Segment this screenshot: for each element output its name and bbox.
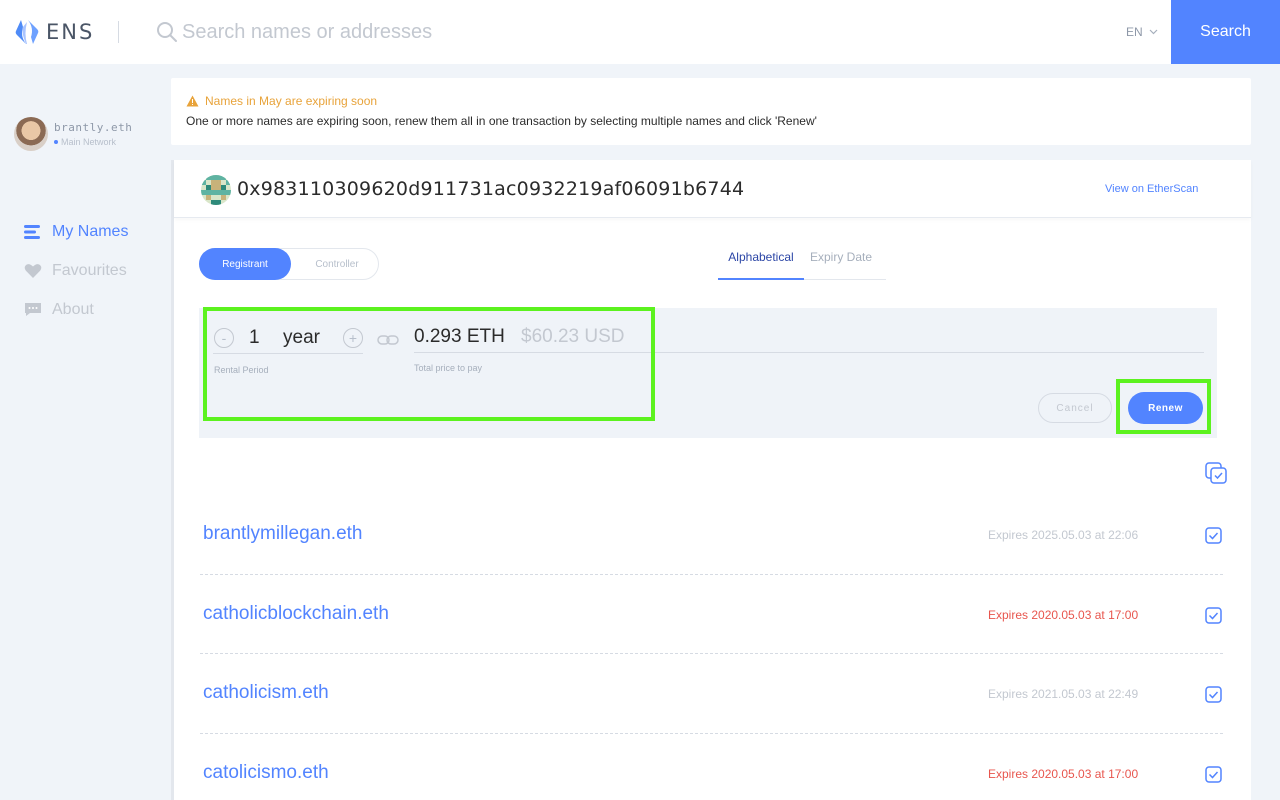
role-toggle: Registrant Controller <box>199 248 379 280</box>
checkbox-checked-icon[interactable] <box>1205 527 1222 544</box>
sort-tabs: Alphabetical Expiry Date <box>718 248 886 280</box>
address-blockie-icon <box>201 175 231 205</box>
network-label: Main Network <box>61 137 117 147</box>
checkbox-checked-icon[interactable] <box>1205 765 1222 783</box>
sidebar-item-my-names[interactable]: My Names <box>24 212 128 251</box>
list-item: catolicismo.eth Expires 2020.05.03 at 17… <box>200 734 1223 800</box>
list-icon <box>24 224 40 239</box>
notice-body: One or more names are expiring soon, ren… <box>186 114 817 128</box>
name-link[interactable]: brantlymillegan.eth <box>203 523 362 545</box>
ens-logo[interactable]: ENS <box>14 18 94 46</box>
language-label: EN <box>1126 25 1143 39</box>
expiry-date: Expires 2020.05.03 at 17:00 <box>988 766 1139 781</box>
sidebar-nav: My Names Favourites About <box>24 212 128 329</box>
expiry-notice: Names in May are expiring soon One or mo… <box>171 78 1251 145</box>
heart-icon <box>24 263 42 278</box>
account-info[interactable]: brantly.eth Main Network <box>14 117 132 151</box>
registrant-toggle[interactable]: Registrant <box>199 248 291 280</box>
highlight-rental-box <box>203 307 655 421</box>
etherscan-link[interactable]: View on EtherScan <box>1105 183 1198 195</box>
address-header: 0x983110309620d911731ac0932219af06091b67… <box>174 160 1251 218</box>
language-selector[interactable]: EN <box>1126 25 1158 39</box>
names-list: brantlymillegan.eth Expires 2025.05.03 a… <box>200 495 1223 800</box>
notice-title-text: Names in May are expiring soon <box>205 94 378 108</box>
sidebar-item-label: Favourites <box>52 261 127 279</box>
notice-title: Names in May are expiring soon <box>186 94 1236 108</box>
top-header: ENS EN Search <box>0 0 1280 64</box>
sidebar-item-label: My Names <box>52 222 129 240</box>
name-link[interactable]: catholicblockchain.eth <box>203 603 389 625</box>
network-status: Main Network <box>54 137 132 147</box>
tab-expiry-date[interactable]: Expiry Date <box>810 250 872 280</box>
sidebar-item-about[interactable]: About <box>24 290 128 329</box>
search-input[interactable] <box>182 14 1082 50</box>
network-dot-icon <box>54 140 58 144</box>
avatar <box>14 117 48 151</box>
name-link[interactable]: catholicism.eth <box>203 682 329 704</box>
list-item: brantlymillegan.eth Expires 2025.05.03 a… <box>200 495 1223 575</box>
sidebar-item-label: About <box>52 300 94 318</box>
chat-icon <box>25 302 41 316</box>
wallet-address: 0x983110309620d911731ac0932219af06091b67… <box>237 178 745 200</box>
controller-toggle[interactable]: Controller <box>296 248 378 280</box>
search-button[interactable]: Search <box>1171 0 1280 64</box>
expiry-date: Expires 2021.05.03 at 22:49 <box>988 687 1139 701</box>
expiry-date: Expires 2025.05.03 at 22:06 <box>988 528 1139 542</box>
checkbox-checked-icon[interactable] <box>1205 686 1222 703</box>
checkbox-checked-icon[interactable] <box>1205 606 1222 624</box>
names-panel: 0x983110309620d911731ac0932219af06091b67… <box>171 160 1251 800</box>
name-link[interactable]: catolicismo.eth <box>203 762 329 784</box>
list-item: catholicblockchain.eth Expires 2020.05.0… <box>200 575 1223 654</box>
expiry-date: Expires 2020.05.03 at 17:00 <box>988 607 1139 622</box>
warning-icon <box>186 95 199 107</box>
logo-text: ENS <box>46 20 95 44</box>
cancel-button[interactable]: Cancel <box>1038 393 1112 423</box>
sidebar-item-favourites[interactable]: Favourites <box>24 251 128 290</box>
header-divider <box>118 21 119 43</box>
tab-alphabetical[interactable]: Alphabetical <box>718 250 804 280</box>
search-icon <box>157 22 177 42</box>
chevron-down-icon <box>1149 29 1158 35</box>
list-item: catholicism.eth Expires 2021.05.03 at 22… <box>200 654 1223 734</box>
highlight-renew-button <box>1116 379 1211 434</box>
account-name: brantly.eth <box>54 121 133 134</box>
select-all-checkbox-icon[interactable] <box>1205 462 1228 485</box>
ens-logo-icon <box>15 20 39 44</box>
